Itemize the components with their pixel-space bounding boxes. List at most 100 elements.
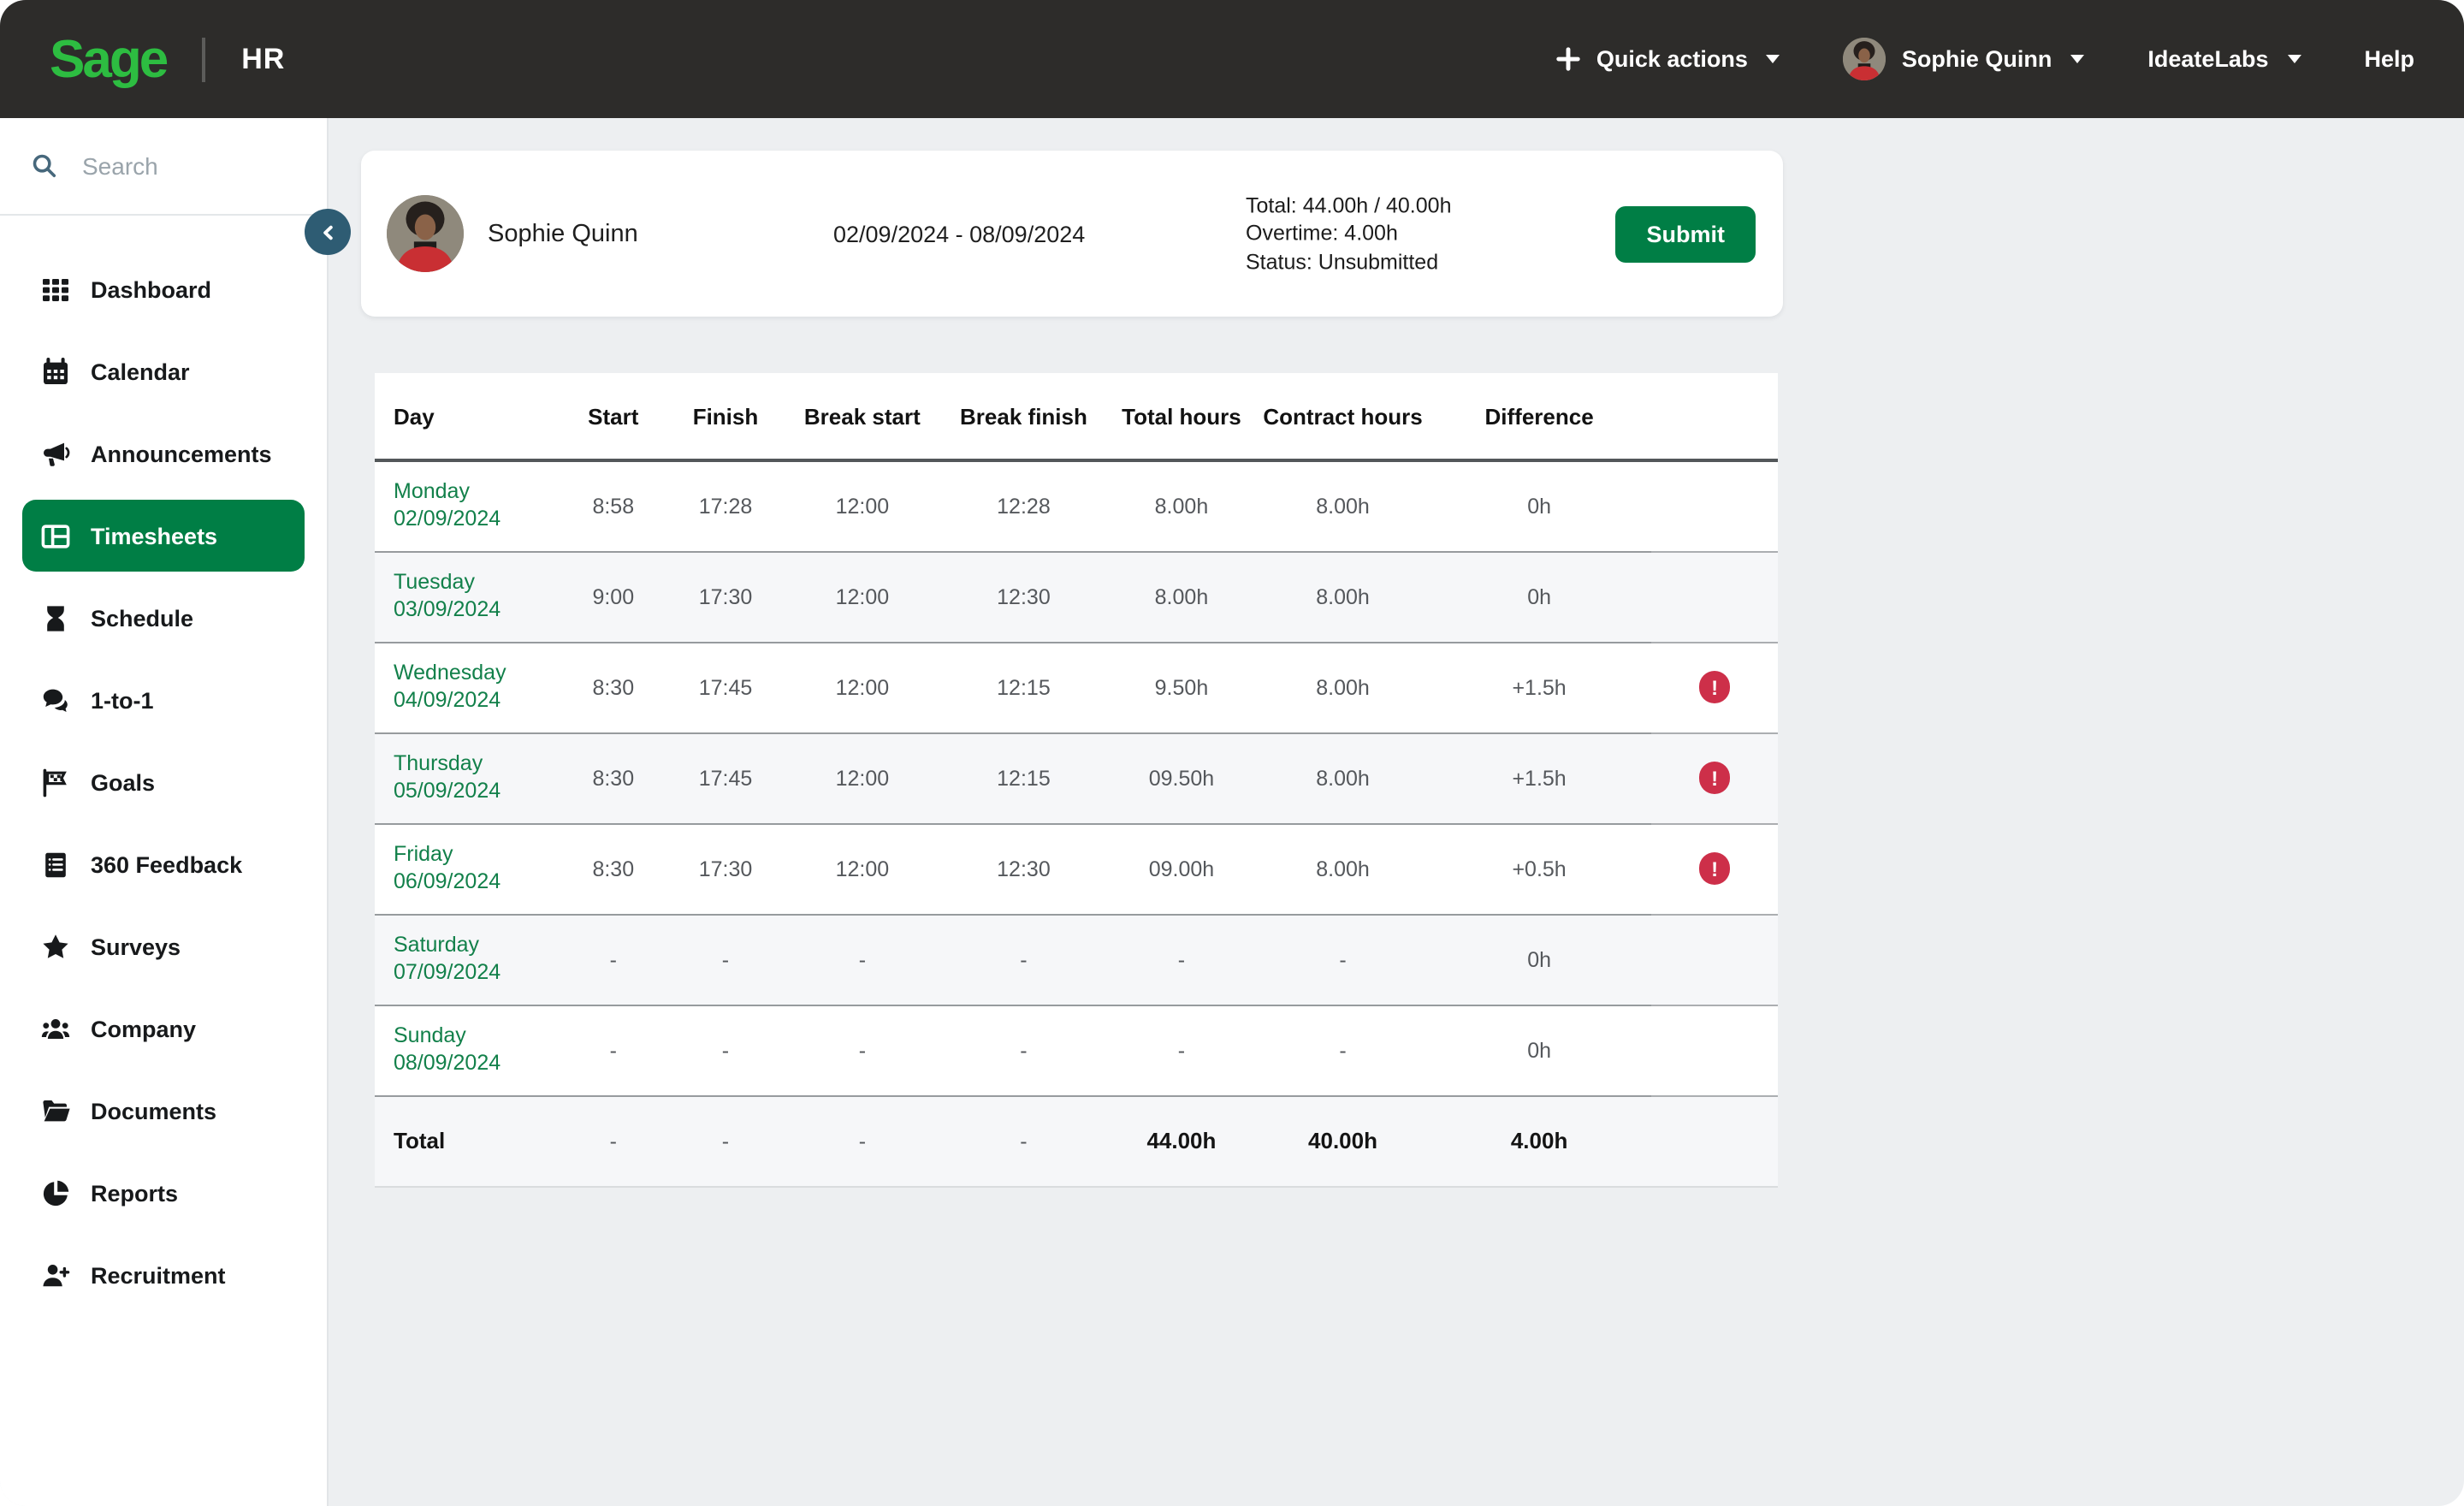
sidebar-item-company[interactable]: Company bbox=[22, 993, 305, 1064]
cell-break-start: - bbox=[782, 1095, 944, 1186]
clipboard-list-icon bbox=[41, 850, 70, 879]
sidebar-item-reports[interactable]: Reports bbox=[22, 1157, 305, 1229]
cell-start: - bbox=[557, 1005, 669, 1095]
user-menu-button[interactable]: Sophie Quinn bbox=[1844, 38, 2085, 80]
sidebar-item-timesheets[interactable]: Timesheets bbox=[22, 500, 305, 572]
table-header-row: Day Start Finish Break start Break finis… bbox=[375, 373, 1778, 460]
cell-total-hours: 09.00h bbox=[1105, 823, 1259, 914]
cell-difference: 0h bbox=[1427, 914, 1651, 1005]
sidebar-item-label: Reports bbox=[91, 1180, 178, 1206]
sidebar-item-360-feedback[interactable]: 360 Feedback bbox=[22, 828, 305, 900]
cell-total-hours: 8.00h bbox=[1105, 551, 1259, 642]
day-link[interactable]: Sunday08/09/2024 bbox=[394, 1023, 500, 1076]
sidebar-item-recruitment[interactable]: Recruitment bbox=[22, 1239, 305, 1311]
column-header-total-hours: Total hours bbox=[1105, 373, 1259, 460]
cell-start: 9:00 bbox=[557, 551, 669, 642]
summary-overtime: Overtime: 4.00h bbox=[1246, 220, 1451, 248]
cell-finish: 17:45 bbox=[669, 642, 781, 732]
column-header-warning bbox=[1651, 373, 1778, 460]
help-label: Help bbox=[2364, 46, 2414, 72]
search-icon bbox=[31, 152, 58, 180]
cell-warning bbox=[1651, 914, 1778, 1005]
column-header-contract-hours: Contract hours bbox=[1259, 373, 1427, 460]
cell-total-hours: - bbox=[1105, 1005, 1259, 1095]
sidebar-item-label: 1-to-1 bbox=[91, 687, 154, 713]
stage: Sage HR Quick actions Sophie Quinn Ideat… bbox=[0, 0, 2464, 1506]
cell-break-start: 12:00 bbox=[782, 551, 944, 642]
sidebar-item-goals[interactable]: Goals bbox=[22, 746, 305, 818]
cell-contract-hours: 8.00h bbox=[1259, 823, 1427, 914]
day-link[interactable]: Tuesday03/09/2024 bbox=[394, 570, 500, 623]
calendar-icon bbox=[41, 357, 70, 386]
cell-total-hours: 8.00h bbox=[1105, 460, 1259, 551]
search-input[interactable] bbox=[82, 152, 270, 180]
megaphone-icon bbox=[41, 439, 70, 468]
submit-button[interactable]: Submit bbox=[1616, 205, 1756, 262]
cell-warning bbox=[1651, 460, 1778, 551]
sidebar-item-calendar[interactable]: Calendar bbox=[22, 335, 305, 407]
company-name-label: IdeateLabs bbox=[2147, 46, 2268, 72]
cell-break-finish: 12:30 bbox=[943, 823, 1105, 914]
sidebar-item-announcements[interactable]: Announcements bbox=[22, 418, 305, 489]
user-name-label: Sophie Quinn bbox=[1902, 46, 2052, 72]
company-menu-button[interactable]: IdeateLabs bbox=[2147, 46, 2301, 72]
sidebar-item-label: Dashboard bbox=[91, 276, 211, 302]
cell-finish: - bbox=[669, 1005, 781, 1095]
cell-start: 8:30 bbox=[557, 642, 669, 732]
help-button[interactable]: Help bbox=[2364, 46, 2414, 72]
cell-start: 8:30 bbox=[557, 732, 669, 823]
sidebar-item-schedule[interactable]: Schedule bbox=[22, 582, 305, 654]
total-difference-value: 4.00h bbox=[1427, 1095, 1651, 1186]
day-link[interactable]: Friday06/09/2024 bbox=[394, 842, 500, 895]
summary-total: Total: 44.00h / 40.00h bbox=[1246, 192, 1451, 220]
cell-break-start: 12:00 bbox=[782, 460, 944, 551]
timesheet-table: Day Start Finish Break start Break finis… bbox=[375, 373, 1778, 1187]
cell-break-finish: - bbox=[943, 1095, 1105, 1186]
cell-break-start: 12:00 bbox=[782, 823, 944, 914]
cell-finish: 17:28 bbox=[669, 460, 781, 551]
sidebar-item-label: Timesheets bbox=[91, 523, 217, 548]
folder-icon bbox=[41, 1096, 70, 1125]
star-icon bbox=[41, 932, 70, 961]
sidebar-item-label: 360 Feedback bbox=[91, 851, 242, 877]
timesheet-period: 02/09/2024 - 08/09/2024 bbox=[833, 221, 1085, 246]
employee-avatar bbox=[387, 195, 464, 272]
cell-finish: 17:45 bbox=[669, 732, 781, 823]
dashboard-grid-icon bbox=[41, 275, 70, 304]
timesheet-table-icon bbox=[41, 521, 70, 550]
product-name: HR bbox=[241, 42, 285, 76]
cell-contract-hours: - bbox=[1259, 914, 1427, 1005]
total-label: Total bbox=[375, 1095, 557, 1186]
cell-total-hours: 09.50h bbox=[1105, 732, 1259, 823]
day-link[interactable]: Monday02/09/2024 bbox=[394, 480, 500, 533]
warning-icon[interactable]: ! bbox=[1699, 672, 1731, 703]
day-link[interactable]: Saturday07/09/2024 bbox=[394, 933, 500, 986]
cell-start: 8:58 bbox=[557, 460, 669, 551]
cell-break-finish: 12:15 bbox=[943, 642, 1105, 732]
topbar-right: Quick actions Sophie Quinn IdeateLabs He… bbox=[1555, 38, 2414, 80]
cell-start: 8:30 bbox=[557, 823, 669, 914]
sidebar-item-dashboard[interactable]: Dashboard bbox=[22, 253, 305, 325]
sidebar-item-1-to-1[interactable]: 1-to-1 bbox=[22, 664, 305, 736]
sage-logo[interactable]: Sage bbox=[50, 33, 166, 86]
cell-break-start: 12:00 bbox=[782, 642, 944, 732]
warning-icon[interactable]: ! bbox=[1699, 762, 1731, 794]
cell-difference: +1.5h bbox=[1427, 642, 1651, 732]
day-link[interactable]: Wednesday04/09/2024 bbox=[394, 661, 506, 714]
sidebar-item-documents[interactable]: Documents bbox=[22, 1075, 305, 1147]
chevron-left-icon bbox=[316, 220, 340, 244]
day-link[interactable]: Thursday05/09/2024 bbox=[394, 751, 500, 804]
sidebar-item-label: Schedule bbox=[91, 605, 193, 631]
timesheet-summary-card: Sophie Quinn 02/09/2024 - 08/09/2024 Tot… bbox=[361, 151, 1783, 317]
sidebar-item-surveys[interactable]: Surveys bbox=[22, 910, 305, 982]
warning-icon[interactable]: ! bbox=[1699, 853, 1731, 885]
chevron-down-icon bbox=[1767, 55, 1780, 63]
column-header-break-start: Break start bbox=[782, 373, 944, 460]
cell-contract-hours: 8.00h bbox=[1259, 551, 1427, 642]
cell-break-start: - bbox=[782, 914, 944, 1005]
person-plus-icon bbox=[41, 1260, 70, 1290]
sidebar-item-label: Documents bbox=[91, 1098, 216, 1124]
quick-actions-button[interactable]: Quick actions bbox=[1555, 46, 1780, 72]
app-window: Sage HR Quick actions Sophie Quinn Ideat… bbox=[0, 0, 2464, 1506]
sidebar-collapse-button[interactable] bbox=[305, 209, 351, 255]
